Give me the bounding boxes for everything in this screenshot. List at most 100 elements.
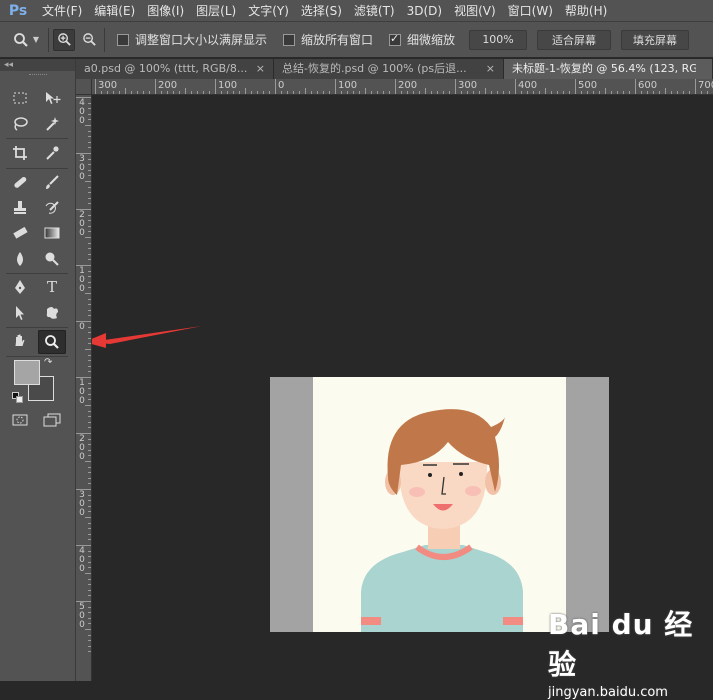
- hand-tool-icon[interactable]: [8, 330, 32, 352]
- ruler-major-tick: [215, 79, 216, 94]
- baidu-jingyan-watermark: Bai du 经验 jingyan.baidu.com: [548, 603, 708, 700]
- ruler-label: 400: [79, 546, 85, 574]
- document-tab[interactable]: 未标题-1-恢复的 @ 56.4% (123, RGB: [504, 59, 713, 79]
- custom-shape-icon[interactable]: [40, 302, 64, 324]
- ruler-minor-tick: [88, 147, 91, 149]
- menu-item[interactable]: 3D(D): [401, 0, 448, 22]
- document-tab[interactable]: a0.psd @ 100% (tttt, RGB/8... ×: [76, 59, 274, 79]
- ruler-minor-tick: [617, 91, 618, 94]
- path-selection-icon[interactable]: [8, 302, 32, 324]
- ruler-minor-tick: [239, 91, 240, 94]
- menu-item[interactable]: 图层(L): [190, 0, 242, 22]
- ruler-minor-tick: [88, 550, 91, 552]
- menu-item[interactable]: 帮助(H): [559, 0, 613, 22]
- default-colors-icon[interactable]: [12, 392, 24, 404]
- ruler-minor-tick: [671, 91, 672, 94]
- divider: [6, 138, 68, 139]
- blur-tool-icon[interactable]: [8, 248, 32, 270]
- resize-windows-checkbox[interactable]: 调整窗口大小以满屏显示: [117, 31, 267, 48]
- ruler-minor-tick: [88, 102, 91, 104]
- document-tab[interactable]: 总结-恢复的.psd @ 100% (ps后退... ×: [274, 59, 504, 79]
- clone-stamp-icon[interactable]: [8, 197, 32, 219]
- brush-tool-icon[interactable]: [40, 171, 64, 193]
- move-tool-icon[interactable]: [40, 87, 64, 109]
- ruler-minor-tick: [383, 91, 384, 94]
- marquee-tool-icon[interactable]: [8, 87, 32, 109]
- gradient-tool-icon[interactable]: [40, 222, 64, 244]
- ruler-minor-tick: [88, 416, 91, 418]
- ruler-minor-tick: [88, 337, 91, 339]
- ruler-minor-tick: [88, 556, 91, 558]
- crop-tool-icon[interactable]: [8, 142, 32, 164]
- tool-preset-picker[interactable]: ▼: [8, 29, 44, 51]
- close-tab-icon[interactable]: ×: [486, 59, 495, 79]
- quick-mask-icon[interactable]: [8, 409, 32, 431]
- ruler-minor-tick: [587, 91, 588, 94]
- menu-item[interactable]: 文件(F): [36, 0, 88, 22]
- lasso-tool-icon[interactable]: [8, 113, 32, 135]
- menu-item[interactable]: 图像(I): [141, 0, 190, 22]
- ruler-minor-tick: [88, 270, 91, 272]
- screen-mode-icon[interactable]: [40, 409, 64, 431]
- ruler-minor-tick: [88, 578, 91, 580]
- eraser-tool-icon[interactable]: [8, 222, 32, 244]
- panel-collapse-button[interactable]: ◂◂: [0, 59, 75, 71]
- tab-title: 未标题-1-恢复的 @ 56.4% (123, RGB: [512, 62, 696, 75]
- zoom-all-windows-checkbox[interactable]: 缩放所有窗口: [283, 31, 373, 48]
- ruler-minor-tick: [485, 88, 486, 94]
- menu-item[interactable]: 文字(Y): [242, 0, 295, 22]
- zoom-out-button[interactable]: [78, 29, 100, 51]
- ruler-minor-tick: [88, 595, 91, 597]
- ruler-minor-tick: [377, 91, 378, 94]
- fill-screen-button[interactable]: 填充屏幕: [621, 29, 690, 50]
- type-tool-icon[interactable]: T: [40, 276, 64, 298]
- zoom-in-button[interactable]: [53, 28, 75, 51]
- ruler-minor-tick: [623, 91, 624, 94]
- ruler-horizontal[interactable]: 300 200 100 0 100 200 300 400 500 600 700: [92, 79, 713, 95]
- ruler-minor-tick: [629, 91, 630, 94]
- ruler-minor-tick: [125, 88, 126, 94]
- resize-windows-label: 调整窗口大小以满屏显示: [135, 33, 268, 47]
- watermark-url: jingyan.baidu.com: [548, 685, 668, 700]
- ruler-origin[interactable]: [76, 79, 92, 95]
- canvas-area[interactable]: [92, 95, 713, 681]
- ruler-minor-tick: [88, 354, 91, 356]
- eyedropper-icon[interactable]: [40, 142, 64, 164]
- close-tab-icon[interactable]: ×: [256, 59, 265, 79]
- swap-colors-icon[interactable]: ↷: [44, 357, 58, 369]
- zoom-tool-selected-icon[interactable]: [38, 330, 66, 354]
- menu-item[interactable]: 选择(S): [295, 0, 348, 22]
- magic-wand-icon[interactable]: [40, 113, 64, 135]
- pen-tool-icon[interactable]: [8, 276, 32, 298]
- zoom-100-button[interactable]: 100%: [469, 29, 528, 50]
- menu-item[interactable]: 视图(V): [448, 0, 502, 22]
- ruler-label: 300: [98, 80, 118, 91]
- menu-item[interactable]: 编辑(E): [88, 0, 141, 22]
- ruler-minor-tick: [88, 175, 91, 177]
- ruler-minor-tick: [149, 91, 150, 94]
- history-brush-icon[interactable]: [40, 197, 64, 219]
- scrubby-zoom-checkbox[interactable]: 细微缩放: [389, 31, 455, 48]
- menu-item[interactable]: 窗口(W): [502, 0, 559, 22]
- ruler-label: 0: [278, 80, 285, 91]
- ruler-minor-tick: [88, 253, 91, 255]
- ruler-minor-tick: [569, 91, 570, 94]
- chevron-down-icon: ▼: [32, 35, 40, 44]
- ruler-minor-tick: [88, 617, 91, 619]
- ruler-minor-tick: [88, 606, 91, 608]
- ruler-major-tick: [635, 79, 636, 94]
- dodge-tool-icon[interactable]: [40, 248, 64, 270]
- menu-item[interactable]: 滤镜(T): [348, 0, 401, 22]
- panel-grip[interactable]: [0, 71, 75, 79]
- foreground-color-swatch[interactable]: [14, 360, 40, 385]
- ruler-minor-tick: [88, 651, 91, 653]
- ruler-minor-tick: [323, 91, 324, 94]
- healing-brush-icon[interactable]: [8, 171, 32, 193]
- ruler-minor-tick: [88, 326, 91, 328]
- ruler-major-tick: [395, 79, 396, 94]
- ruler-minor-tick: [88, 287, 91, 289]
- ruler-minor-tick: [88, 421, 91, 423]
- fit-screen-button[interactable]: 适合屏幕: [537, 29, 612, 50]
- document-canvas[interactable]: [270, 377, 609, 632]
- ruler-vertical[interactable]: 400 300 200 100 0 100 200 300 400 500: [76, 95, 92, 681]
